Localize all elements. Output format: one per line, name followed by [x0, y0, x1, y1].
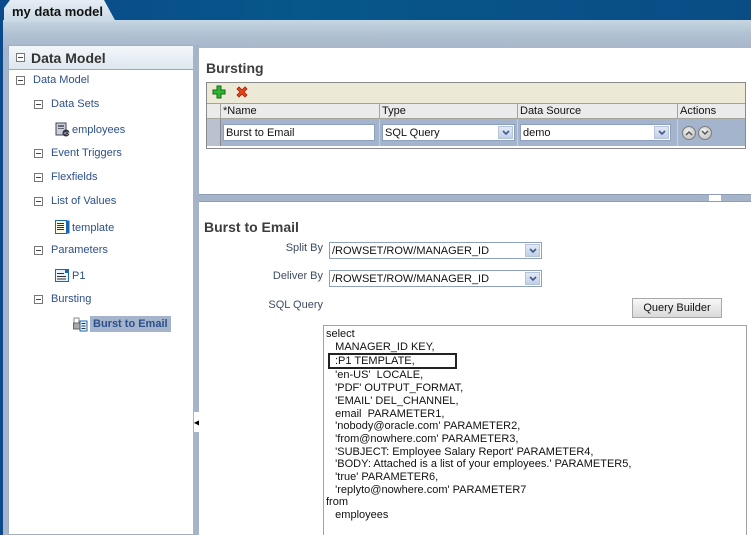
- data-source-select-value: demo: [523, 126, 551, 139]
- sql-line: MANAGER_ID KEY,: [326, 340, 435, 353]
- svg-text:<>: <>: [64, 131, 70, 137]
- document-tab[interactable]: my data model: [4, 0, 116, 22]
- collapse-icon[interactable]: [34, 99, 43, 109]
- dataset-icon: <>: [55, 122, 70, 137]
- sql-line-highlighted: :P1 TEMPLATE,: [326, 353, 744, 370]
- sql-line: 'PDF' OUTPUT_FORMAT,: [326, 382, 464, 395]
- move-up-icon[interactable]: [682, 125, 696, 140]
- sql-query-label: SQL Query: [268, 299, 323, 311]
- sql-line: from: [326, 496, 348, 509]
- tree-item-employees[interactable]: <> employees: [55, 122, 125, 137]
- tree-item-label: Event Triggers: [51, 147, 122, 159]
- tree-item-label: List of Values: [51, 195, 117, 207]
- detail-title: Burst to Email: [204, 219, 299, 235]
- table-header: *Name Type Data Source Actions: [207, 104, 745, 119]
- tree-item-label: Parameters: [51, 244, 108, 256]
- row-header-cell: [207, 104, 221, 118]
- data-model-panel: Data Model Data Model Data Sets <> emplo…: [8, 45, 193, 535]
- tree-item-template[interactable]: template: [55, 220, 114, 235]
- data-source-cell: demo: [518, 119, 678, 146]
- query-builder-button[interactable]: Query Builder: [632, 298, 722, 318]
- collapse-icon[interactable]: [16, 53, 25, 62]
- horizontal-splitter[interactable]: [199, 194, 751, 202]
- split-by-value: /ROWSET/ROW/MANAGER_ID: [332, 244, 490, 257]
- bursting-icon: [73, 317, 88, 332]
- sql-line: email PARAMETER1,: [326, 407, 445, 420]
- type-select-value: SQL Query: [385, 126, 440, 139]
- document-tab-title: my data model: [12, 4, 104, 19]
- panel-title: Data Model: [31, 49, 106, 66]
- bursting-table: *Name Type Data Source Actions Burst to …: [206, 82, 746, 149]
- sql-line: 'EMAIL' DEL_CHANNEL,: [326, 394, 459, 407]
- type-cell: SQL Query: [380, 119, 518, 146]
- tree-item-label: employees: [72, 123, 126, 136]
- tree-item-label: Data Model: [33, 74, 90, 86]
- splitter-handle[interactable]: [709, 195, 721, 201]
- column-header-actions: Actions: [680, 105, 717, 117]
- chevron-down-icon[interactable]: [654, 126, 669, 139]
- collapse-icon[interactable]: [34, 148, 43, 158]
- name-cell: Burst to Email: [221, 119, 380, 146]
- sql-line: 'nobody@oracle.com' PARAMETER2,: [326, 420, 521, 433]
- tree-item-data-sets[interactable]: Data Sets: [34, 98, 99, 110]
- bursting-title: Bursting: [206, 60, 264, 76]
- chevron-down-icon[interactable]: [525, 272, 540, 285]
- actions-cell: [678, 119, 745, 146]
- collapse-icon[interactable]: [34, 245, 43, 255]
- column-header-data-source: Data Source: [518, 104, 678, 118]
- row-selector[interactable]: [207, 119, 221, 146]
- chevron-down-icon[interactable]: [498, 126, 513, 139]
- tree-item-label: P1: [72, 269, 86, 282]
- tree-item-label: Flexfields: [51, 171, 98, 183]
- deliver-by-value: /ROWSET/ROW/MANAGER_ID: [332, 272, 490, 285]
- move-down-icon[interactable]: [698, 125, 712, 140]
- tree-item-event-triggers[interactable]: Event Triggers: [34, 147, 122, 159]
- collapse-icon[interactable]: [34, 196, 43, 206]
- collapse-icon[interactable]: [34, 294, 43, 304]
- deliver-by-select[interactable]: /ROWSET/ROW/MANAGER_ID: [329, 270, 542, 287]
- split-by-select[interactable]: /ROWSET/ROW/MANAGER_ID: [329, 242, 542, 259]
- sql-line: 'from@nowhere.com' PARAMETER3,: [326, 432, 519, 445]
- tree-item-parameters[interactable]: Parameters: [34, 244, 108, 256]
- sql-query-editor[interactable]: select MANAGER_ID KEY, :P1 TEMPLATE, 'en…: [323, 325, 747, 535]
- tree-item-flexfields[interactable]: Flexfields: [34, 171, 97, 183]
- column-header-type: Type: [380, 104, 518, 118]
- parameter-icon: [55, 268, 70, 283]
- burst-name-input[interactable]: Burst to Email: [223, 124, 375, 141]
- chevron-down-icon[interactable]: [525, 244, 540, 257]
- delete-icon[interactable]: [235, 85, 249, 102]
- tree-item-burst-to-email[interactable]: Burst to Email: [73, 316, 171, 332]
- highlight-box: :P1 TEMPLATE,: [328, 353, 457, 370]
- tree-item-bursting[interactable]: Bursting: [34, 293, 91, 305]
- tree-item-label: Data Sets: [51, 98, 100, 110]
- collapse-icon[interactable]: [16, 75, 25, 85]
- column-header-name: *Name: [221, 104, 380, 118]
- sql-line: 'replyto@nowhere.com' PARAMETER7: [326, 483, 527, 496]
- data-source-select[interactable]: demo: [520, 124, 671, 141]
- tree-item-label: Burst to Email: [90, 316, 171, 332]
- tree-item-data-model[interactable]: Data Model: [16, 74, 89, 86]
- add-icon[interactable]: [212, 85, 226, 102]
- sql-line: 'en-US' LOCALE,: [326, 369, 424, 382]
- main-content: Bursting *Name Type Data Source Actions …: [199, 48, 751, 535]
- type-select[interactable]: SQL Query: [382, 124, 515, 141]
- list-of-values-icon: [55, 220, 70, 235]
- sql-line: employees: [326, 509, 389, 522]
- tree-item-list-of-values[interactable]: List of Values: [34, 195, 116, 207]
- sql-line: 'true' PARAMETER6,: [326, 471, 439, 484]
- table-row[interactable]: Burst to Email SQL Query demo: [207, 119, 745, 146]
- panel-header: Data Model: [9, 46, 193, 70]
- deliver-by-label: Deliver By: [272, 270, 323, 282]
- collapse-icon[interactable]: [34, 172, 43, 182]
- sql-line: 'BODY: Attached is a list of your employ…: [326, 458, 632, 471]
- left-edge: [0, 20, 3, 535]
- sql-line: 'SUBJECT: Employee Salary Report' PARAME…: [326, 445, 594, 458]
- sql-line: select: [326, 328, 355, 340]
- table-toolbar: [207, 83, 745, 104]
- split-by-label: Split By: [285, 242, 323, 254]
- tree-item-label: template: [72, 221, 115, 234]
- tree-item-label: Bursting: [51, 293, 92, 305]
- tree-item-p1[interactable]: P1: [55, 268, 85, 283]
